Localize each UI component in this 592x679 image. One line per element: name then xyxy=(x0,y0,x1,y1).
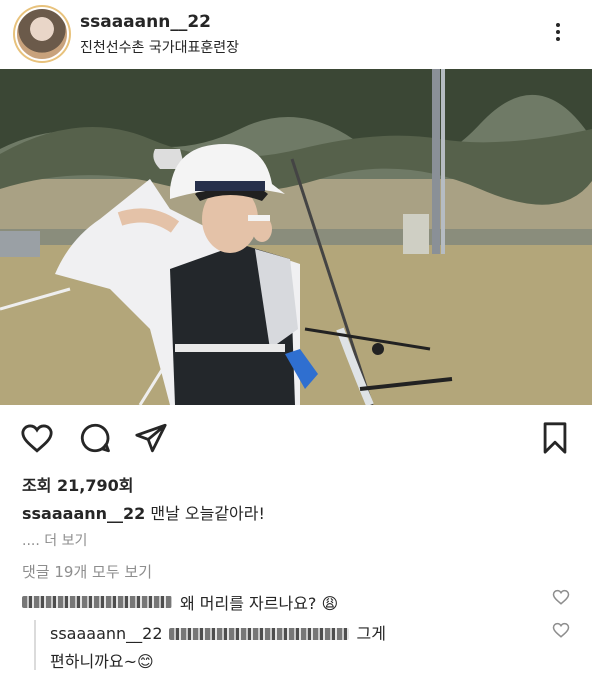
reply-username[interactable]: ssaaaann__22 xyxy=(50,620,163,648)
caption: ssaaaann__22 맨날 오늘같아라! xyxy=(22,500,265,524)
blurred-username[interactable] xyxy=(22,596,172,608)
post-photo[interactable] xyxy=(0,69,592,405)
comment-text: 왜 머리를 자르나요? 😩 xyxy=(180,594,339,613)
blurred-mention[interactable] xyxy=(168,628,349,640)
heart-icon[interactable] xyxy=(20,421,54,455)
reply-text-part1: 그게 xyxy=(356,624,386,643)
reply-thread-line xyxy=(34,620,36,670)
photo-scene xyxy=(0,69,592,405)
action-bar xyxy=(0,405,592,465)
post-header: ssaaaann__22 진천선수촌 국가대표훈련장 xyxy=(0,0,592,68)
more-link[interactable]: .... 더 보기 xyxy=(22,530,87,550)
bookmark-icon[interactable] xyxy=(538,421,572,455)
reply-like-heart-icon[interactable] xyxy=(552,621,570,639)
comment-icon[interactable] xyxy=(78,421,112,455)
share-icon[interactable] xyxy=(134,421,168,455)
more-icon[interactable] xyxy=(548,20,568,46)
view-count: 조회 21,790회 xyxy=(22,476,134,495)
post-location[interactable]: 진천선수촌 국가대표훈련장 xyxy=(80,37,239,57)
comment-like-heart-icon[interactable] xyxy=(552,588,570,606)
post-username[interactable]: ssaaaann__22 xyxy=(80,12,211,32)
comment-item: 왜 머리를 자르나요? 😩 xyxy=(22,590,338,614)
reply-text-part2: 편하니까요~😊 xyxy=(50,652,154,671)
caption-username[interactable]: ssaaaann__22 xyxy=(22,504,145,523)
reply-item: ssaaaann__22 그게 편하니까요~😊 xyxy=(50,620,540,676)
view-all-comments-link[interactable]: 댓글 19개 모두 보기 xyxy=(22,561,152,582)
caption-text: 맨날 오늘같아라! xyxy=(150,504,265,523)
avatar[interactable] xyxy=(17,9,67,59)
